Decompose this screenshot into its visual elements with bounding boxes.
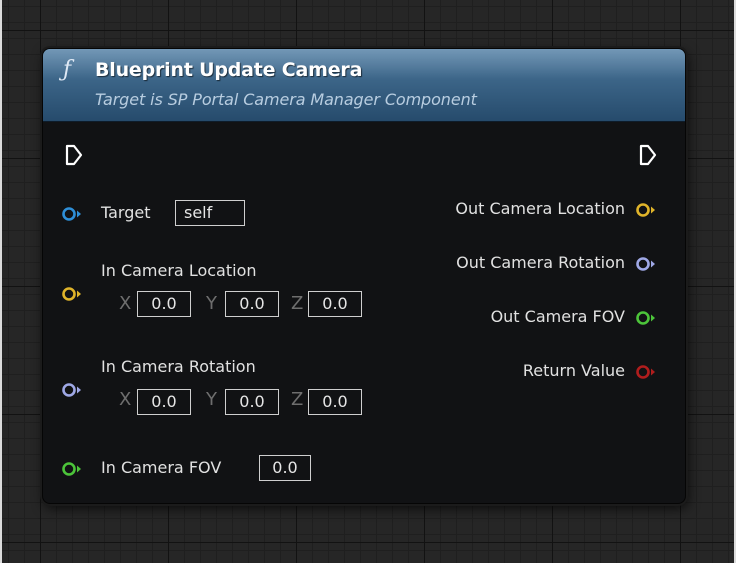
in-camera-rotation-label: In Camera Rotation [101,357,256,376]
return-value-label: Return Value [522,361,625,380]
out-camera-rotation-pin-icon[interactable] [635,256,657,272]
in-camera-fov-label: In Camera FOV [101,458,222,477]
in-rotation-z-label: Z [291,389,304,410]
in-camera-rotation-pin-icon[interactable] [61,382,83,398]
in-rotation-y-label: Y [206,389,217,410]
blueprint-function-node[interactable]: ƒ Blueprint Update Camera Target is SP P… [42,48,686,504]
out-camera-location-pin-icon[interactable] [635,202,657,218]
in-camera-fov-pin-icon[interactable] [61,461,83,477]
target-value-field[interactable]: self [175,200,245,226]
in-rotation-z-field[interactable]: 0.0 [308,389,362,415]
target-pin-icon[interactable] [61,206,83,222]
node-subtitle: Target is SP Portal Camera Manager Compo… [95,90,477,109]
exec-in-pin-icon[interactable] [65,144,83,166]
in-rotation-x-field[interactable]: 0.0 [137,389,191,415]
in-rotation-y-field[interactable]: 0.0 [225,389,279,415]
in-rotation-x-label: X [119,389,132,410]
out-camera-rotation-label: Out Camera Rotation [456,253,625,272]
out-camera-fov-label: Out Camera FOV [490,307,625,326]
in-camera-location-label: In Camera Location [101,261,257,280]
in-camera-location-pin-icon[interactable] [61,286,83,302]
out-camera-fov-pin-icon[interactable] [635,310,657,326]
in-location-x-label: X [119,293,132,314]
return-value-pin-icon[interactable] [635,364,657,380]
target-label: Target [101,203,151,222]
out-camera-location-label: Out Camera Location [455,199,625,218]
in-location-z-field[interactable]: 0.0 [308,291,362,317]
in-location-x-field[interactable]: 0.0 [137,291,191,317]
in-location-y-field[interactable]: 0.0 [225,291,279,317]
in-location-y-label: Y [206,293,217,314]
node-title: Blueprint Update Camera [95,59,363,81]
function-icon: ƒ [63,57,72,82]
in-location-z-label: Z [291,293,304,314]
exec-out-pin-icon[interactable] [639,144,657,166]
in-camera-fov-field[interactable]: 0.0 [259,455,311,481]
